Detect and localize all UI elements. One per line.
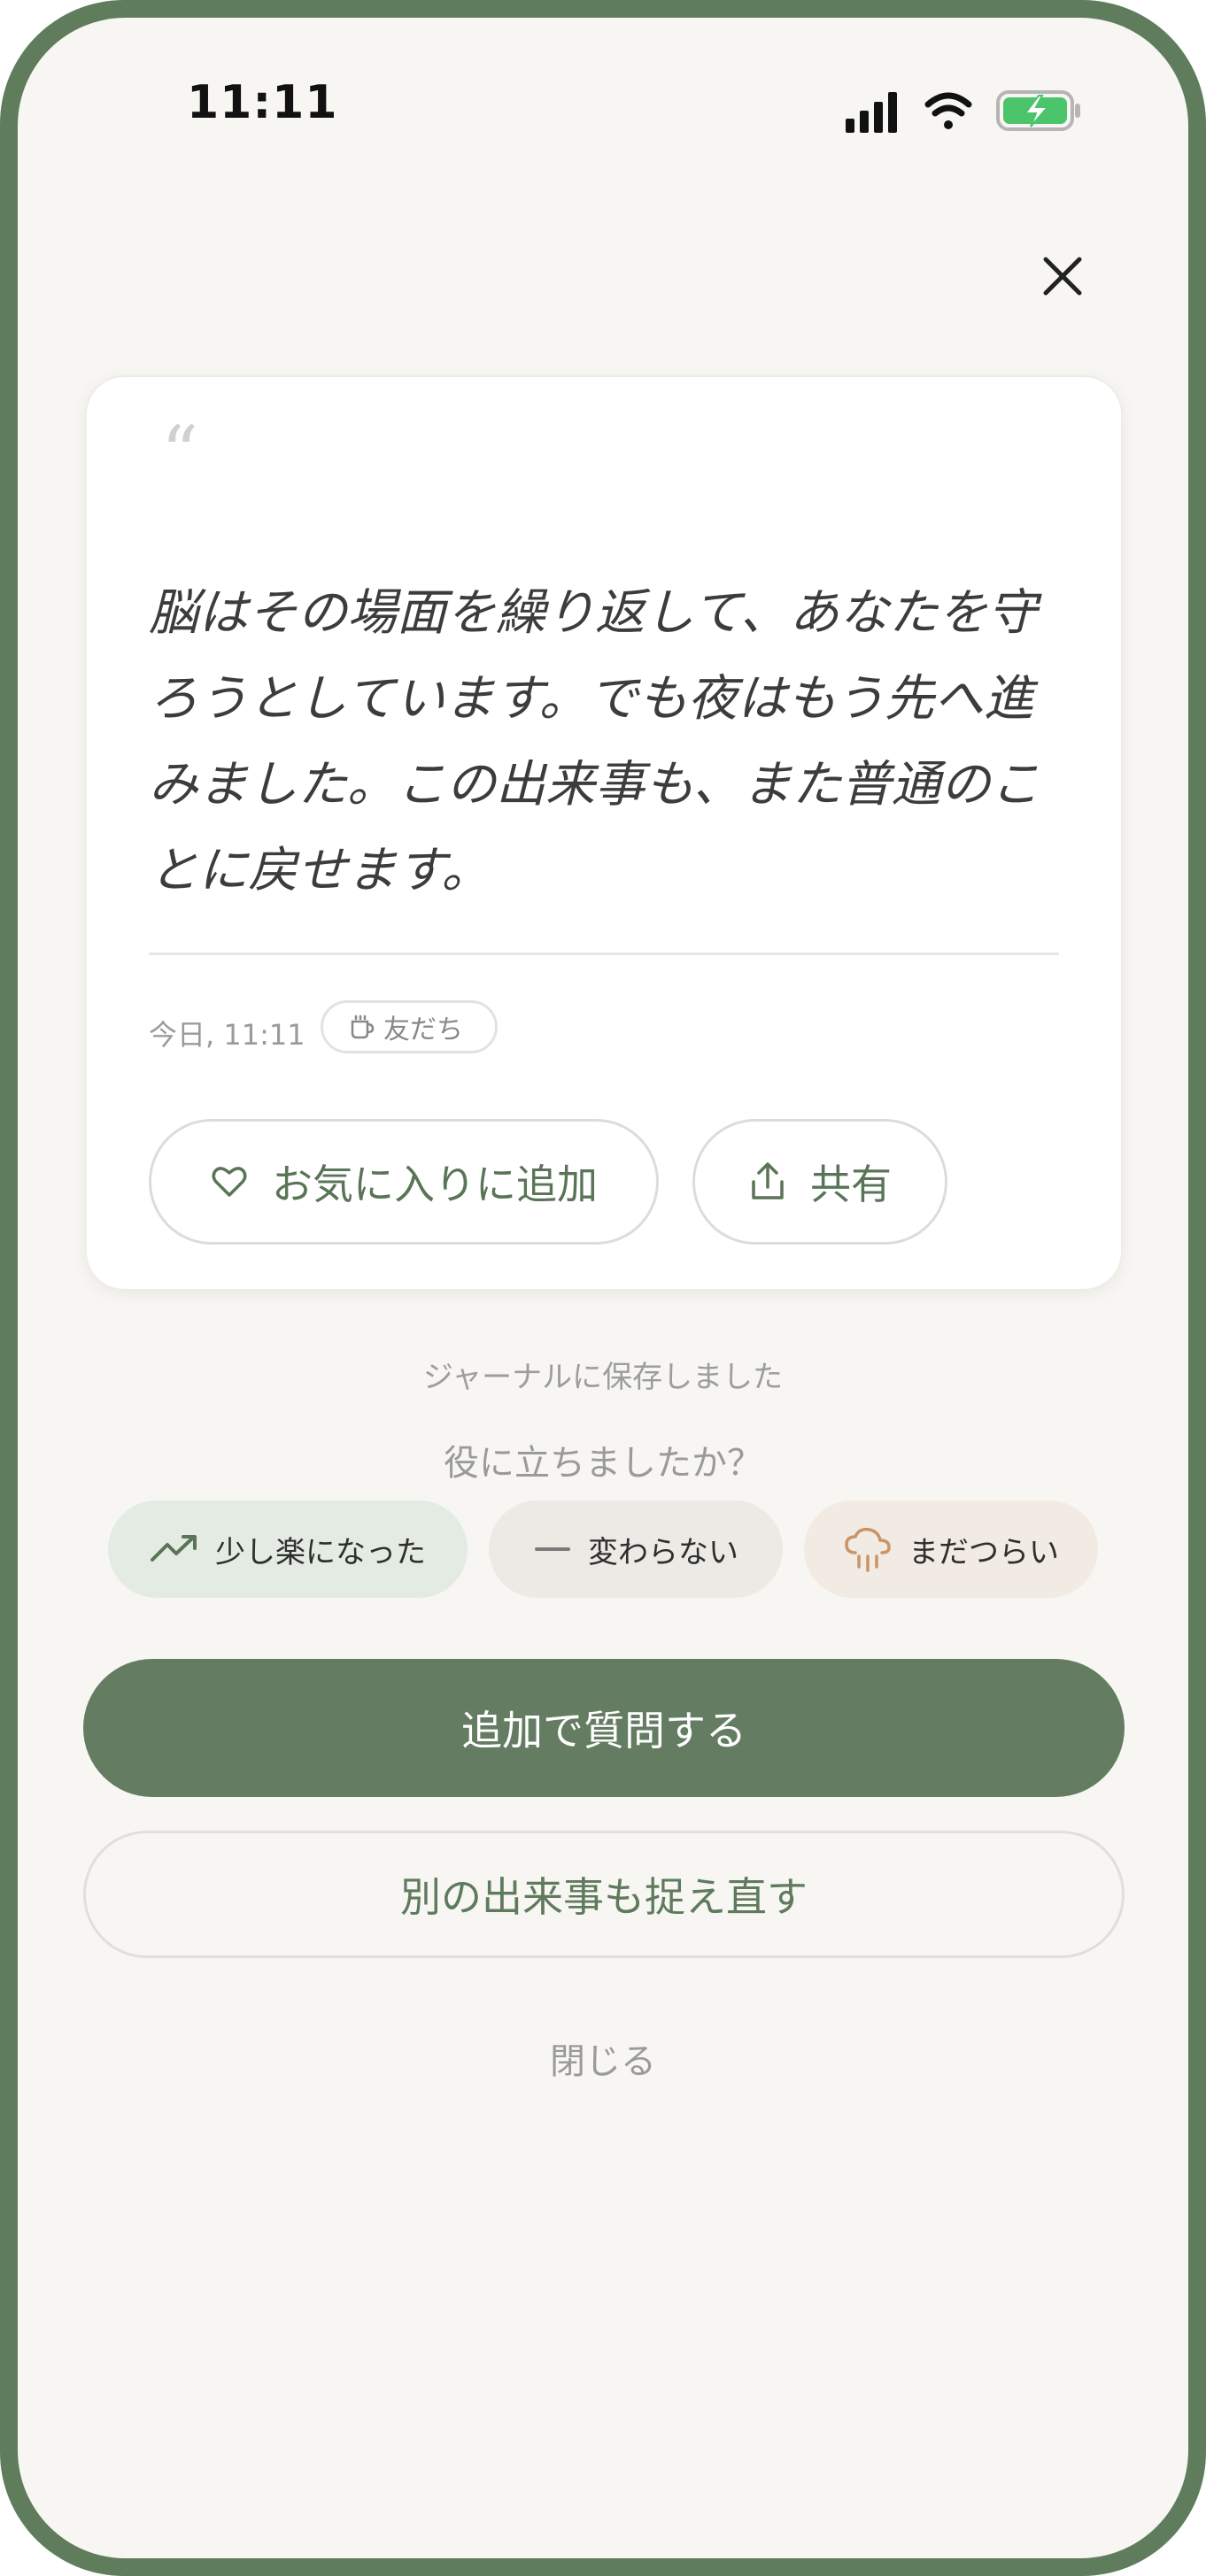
- feedback-better-label: 少し楽になった: [215, 1534, 426, 1570]
- share-label: 共有: [810, 1161, 892, 1208]
- signal-icon: [846, 92, 897, 133]
- feedback-better-button[interactable]: 少し楽になった: [108, 1500, 468, 1598]
- share-icon: [752, 1162, 784, 1199]
- trending-up-icon: [151, 1535, 197, 1562]
- status-time: 11:11: [187, 76, 338, 129]
- ask-more-button[interactable]: 追加で質問する: [83, 1659, 1125, 1797]
- screen: 11:11 “ 脳はその場面を繰り返して、あなたを守ろうとしています。でも夜はも…: [18, 18, 1188, 2558]
- wifi-icon: [924, 92, 972, 129]
- category-tag-label: 友だち: [383, 1014, 463, 1045]
- quote-mark-icon: “: [161, 412, 198, 496]
- status-icons: [846, 90, 1080, 133]
- rain-cloud-icon: [845, 1527, 891, 1572]
- share-button[interactable]: 共有: [692, 1119, 947, 1245]
- category-tag: 友だち: [321, 1000, 498, 1053]
- feedback-same-label: 変わらない: [588, 1534, 738, 1570]
- close-icon: [1043, 257, 1082, 296]
- reframe-card: “ 脳はその場面を繰り返して、あなたを守ろうとしています。でも夜はもう先へ進みま…: [85, 375, 1123, 1291]
- feedback-question: 役に立ちましたか？: [444, 1443, 762, 1484]
- feedback-worse-label: まだつらい: [908, 1534, 1059, 1570]
- phone-frame: 11:11 “ 脳はその場面を繰り返して、あなたを守ろうとしています。でも夜はも…: [0, 0, 1206, 2576]
- feedback-same-button[interactable]: 変わらない: [489, 1500, 783, 1598]
- cup-icon: [351, 1014, 375, 1039]
- reframe-another-button[interactable]: 別の出来事も捉え直す: [83, 1831, 1125, 1958]
- minus-icon: [535, 1547, 570, 1551]
- close-button[interactable]: [1027, 241, 1098, 312]
- add-favorite-button[interactable]: お気に入りに追加: [149, 1119, 659, 1245]
- reframe-quote: 脳はその場面を繰り返して、あなたを守ろうとしています。でも夜はもう先へ進みました…: [149, 584, 1040, 899]
- close-link[interactable]: 閉じる: [18, 2032, 1188, 2084]
- card-divider: [149, 953, 1059, 955]
- feedback-worse-button[interactable]: まだつらい: [804, 1500, 1098, 1598]
- saved-confirmation: ジャーナルに保存しました: [422, 1360, 784, 1395]
- add-favorite-label: お気に入りに追加: [272, 1161, 598, 1208]
- heart-icon: [212, 1167, 247, 1197]
- entry-timestamp: 今日, 11:11: [149, 1018, 305, 1052]
- battery-charging-icon: [996, 90, 1080, 131]
